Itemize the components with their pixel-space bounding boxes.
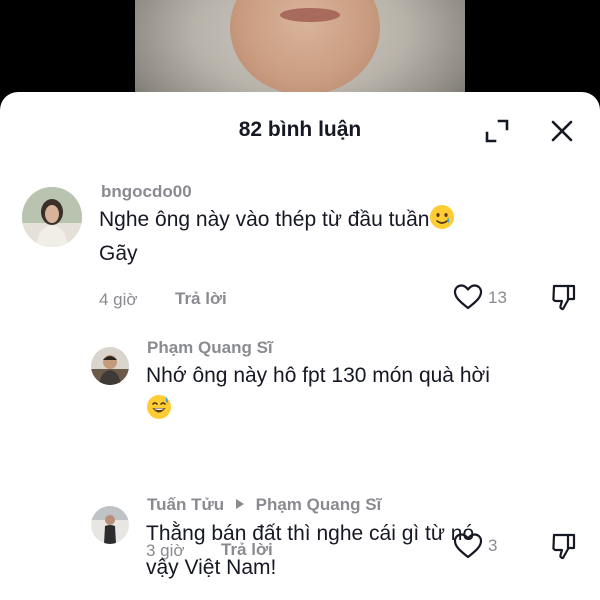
like-count: 13 xyxy=(488,288,507,307)
reply-item: Phạm Quang Sĩ Nhớ ông này hô fpt 130 món… xyxy=(0,338,600,560)
grinning-sweat-emoji-icon xyxy=(147,395,171,419)
reply-username-author[interactable]: Tuấn Tửu xyxy=(147,495,224,514)
reply-username[interactable]: Phạm Quang Sĩ xyxy=(147,338,273,358)
reply-username: Tuấn Tửu Phạm Quang Sĩ xyxy=(147,495,381,515)
reply-text: Thằng bán đất thì nghe cái gì từ nó vậy … xyxy=(146,517,586,585)
avatar[interactable] xyxy=(91,506,129,544)
heart-icon[interactable] xyxy=(453,283,483,311)
comments-header: 82 bình luận xyxy=(0,92,600,168)
comment-item: bngocdo00 Nghe ông này vào thép từ đầu t… xyxy=(0,176,600,316)
close-icon[interactable] xyxy=(550,119,574,143)
avatar[interactable] xyxy=(22,187,82,247)
avatar[interactable] xyxy=(91,347,129,385)
comments-count-title: 82 bình luận xyxy=(238,118,362,141)
avatar-image xyxy=(91,506,129,544)
avatar-image xyxy=(22,187,82,247)
comments-sheet: 82 bình luận bngocdo00 Nghe ông này vào … xyxy=(0,92,600,600)
reply-text-line: Nhớ ông này hô fpt 130 món quà hời xyxy=(146,364,490,387)
comment-text-line: Gãy xyxy=(99,242,138,265)
smiling-tear-emoji-icon xyxy=(430,205,455,229)
reply-text-line: Thằng bán đất thì nghe cái gì từ nó xyxy=(146,522,475,545)
comment-text-line: Nghe ông này vào thép từ đầu tuần xyxy=(99,208,430,231)
reply-button[interactable]: Trả lời xyxy=(175,289,227,309)
thumbs-down-icon[interactable] xyxy=(550,282,578,312)
comment-time: 4 giờ xyxy=(99,290,138,309)
reply-text-line: vậy Việt Nam! xyxy=(146,556,277,579)
reply-username-target[interactable]: Phạm Quang Sĩ xyxy=(256,495,382,514)
caret-right-icon xyxy=(235,499,244,509)
video-subject-mouth xyxy=(280,8,340,22)
expand-icon[interactable] xyxy=(484,118,510,144)
comment-username[interactable]: bngocdo00 xyxy=(101,182,192,202)
avatar-image xyxy=(91,347,129,385)
reply-text: Nhớ ông này hô fpt 130 món quà hời xyxy=(146,359,576,427)
comment-text: Nghe ông này vào thép từ đầu tuần Gãy xyxy=(99,203,569,271)
reply-item: Tuấn Tửu Phạm Quang Sĩ Thằng bán đất thì… xyxy=(0,495,600,600)
